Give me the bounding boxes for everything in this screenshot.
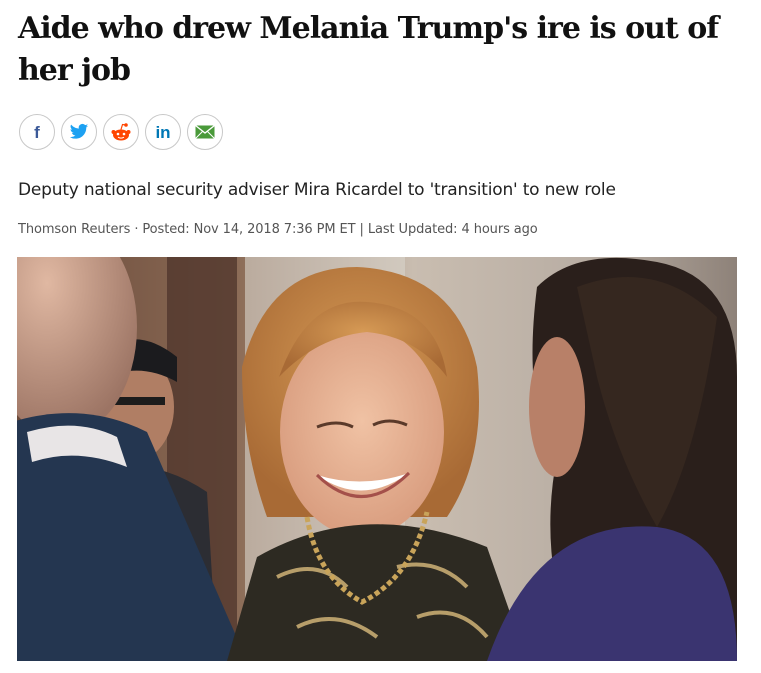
share-linkedin-button[interactable]: in (145, 114, 181, 150)
byline-separator: · (130, 222, 143, 237)
facebook-icon: f (34, 123, 40, 142)
email-icon (195, 125, 215, 139)
svg-text:f: f (34, 123, 40, 142)
linkedin-icon: in (155, 123, 170, 142)
share-reddit-button[interactable] (103, 114, 139, 150)
reddit-icon (111, 123, 131, 141)
share-twitter-button[interactable] (61, 114, 97, 150)
article-byline: Thomson Reuters · Posted: Nov 14, 2018 7… (18, 222, 538, 237)
article-photo (17, 257, 737, 661)
svg-text:in: in (155, 123, 170, 142)
share-email-button[interactable] (187, 114, 223, 150)
byline-updated: Last Updated: 4 hours ago (367, 222, 538, 237)
byline-divider: | (355, 222, 368, 237)
byline-posted: Posted: Nov 14, 2018 7:36 PM ET (142, 222, 356, 237)
article-subheadline: Deputy national security adviser Mira Ri… (18, 180, 616, 200)
twitter-icon (69, 123, 89, 139)
byline-source: Thomson Reuters (18, 222, 131, 237)
share-bar: f in (19, 114, 223, 150)
article-headline: Aide who drew Melania Trump's ire is out… (18, 11, 719, 88)
share-facebook-button[interactable]: f (19, 114, 55, 150)
